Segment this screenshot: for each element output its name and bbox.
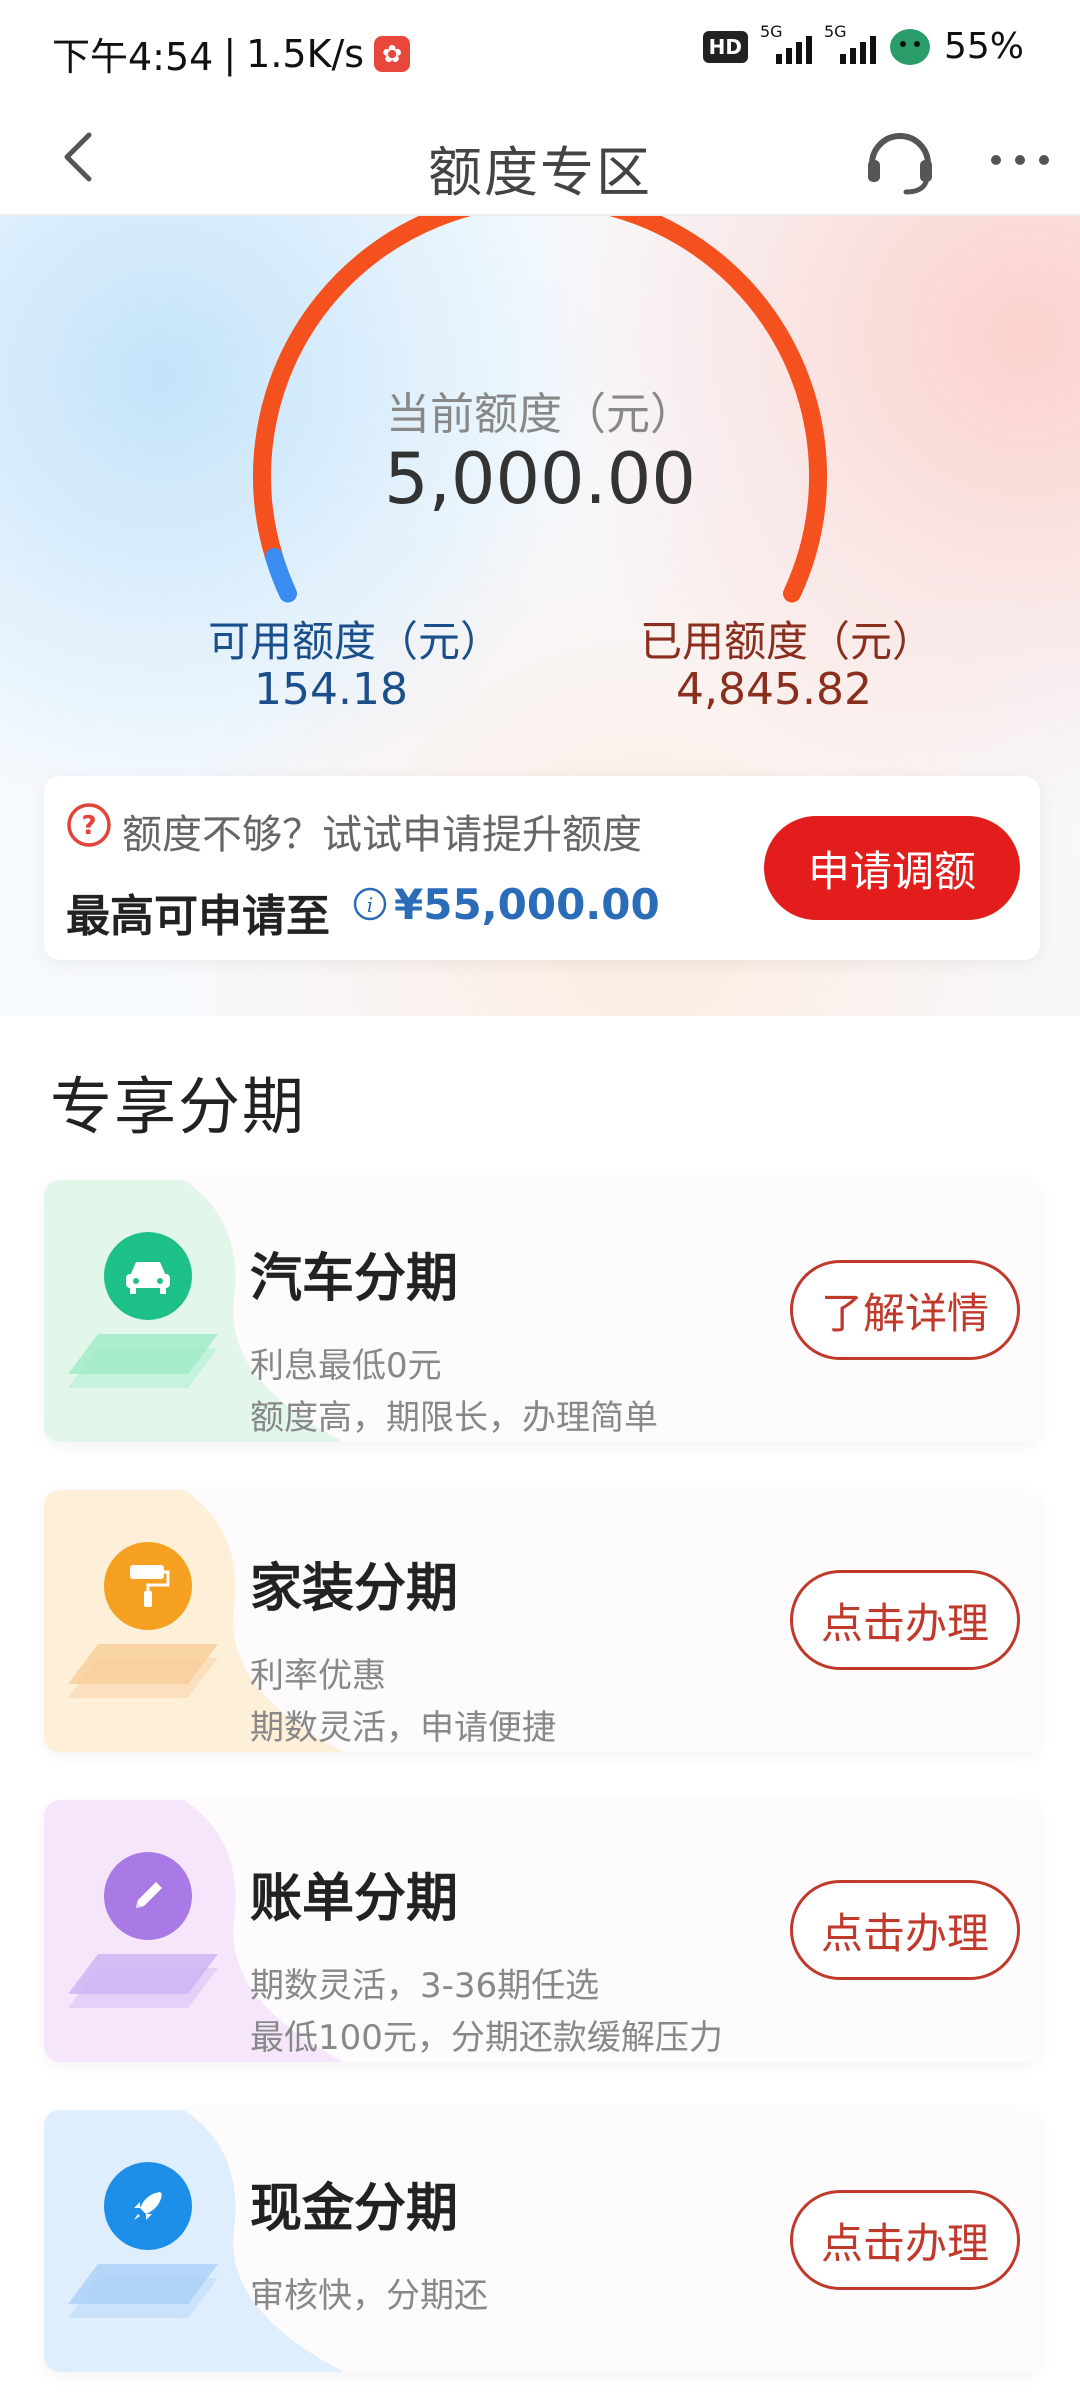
status-net-speed: 1.5K/s xyxy=(246,31,365,76)
status-left: 下午4:54 | 1.5K/s ✿ xyxy=(52,26,411,81)
status-separator: | xyxy=(223,31,237,76)
learn-more-button[interactable]: 了解详情 xyxy=(790,1260,1020,1360)
used-limit-label: 已用额度（元） xyxy=(640,617,935,666)
card-title: 账单分期 xyxy=(250,1869,459,1929)
installment-card-car[interactable]: 汽车分期 利息最低0元 额度高，期限长，办理简单 了解详情 xyxy=(44,1180,1040,1442)
platform-decoration xyxy=(68,2264,218,2318)
platform-decoration xyxy=(68,1954,218,2008)
customer-service-button[interactable] xyxy=(860,120,940,200)
used-limit-value: 4,845.82 xyxy=(676,664,872,715)
card-desc-1: 利率优惠 xyxy=(250,1656,386,1696)
installment-card-bill[interactable]: 账单分期 期数灵活，3-36期任选 最低100元，分期还款缓解压力 点击办理 xyxy=(44,1800,1040,2062)
card-desc-1: 利息最低0元 xyxy=(250,1346,442,1386)
signal-icon: 5G xyxy=(760,22,812,64)
card-desc-1: 审核快，分期还 xyxy=(250,2276,488,2316)
info-icon[interactable]: i xyxy=(352,886,388,922)
hd-badge: HD xyxy=(702,30,748,63)
max-limit-value: ¥55,000.00 xyxy=(394,880,660,929)
available-limit-value: 154.18 xyxy=(254,664,408,715)
battery-face-icon xyxy=(889,28,930,65)
credit-limit-panel: 当前额度（元） 5,000.00 可用额度（元） 154.18 已用额度（元） … xyxy=(0,216,1080,1016)
battery-level: 55% xyxy=(943,26,1024,67)
card-desc-2: 额度高，期限长，办理简单 xyxy=(250,1398,658,1438)
current-limit-label: 当前额度（元） xyxy=(386,389,694,440)
raise-limit-card: ? 额度不够？试试申请提升额度 最高可申请至 i ¥55,000.00 申请调额 xyxy=(44,776,1040,960)
car-icon xyxy=(104,1232,192,1320)
card-title: 现金分期 xyxy=(250,2179,459,2239)
nav-bar: 额度专区 xyxy=(0,100,1080,216)
installment-card-home[interactable]: 家装分期 利率优惠 期数灵活，申请便捷 点击办理 xyxy=(44,1490,1040,1752)
signal-label: 5G xyxy=(759,21,783,41)
card-desc-2: 最低100元，分期还款缓解压力 xyxy=(250,2018,723,2058)
question-icon[interactable]: ? xyxy=(66,802,112,848)
apply-button[interactable]: 点击办理 xyxy=(790,1880,1020,1980)
section-title: 专享分期 xyxy=(50,1070,307,1143)
signal-label-2: 5G xyxy=(823,21,847,41)
pen-icon xyxy=(104,1852,192,1940)
paint-roller-icon xyxy=(104,1542,192,1630)
installment-card-cash[interactable]: 现金分期 审核快，分期还 点击办理 xyxy=(44,2110,1040,2372)
signal-icon-2: 5G xyxy=(824,22,876,64)
card-title: 家装分期 xyxy=(250,1559,459,1619)
svg-text:?: ? xyxy=(81,811,96,841)
status-bar: 下午4:54 | 1.5K/s ✿ HD 5G 5G 55% xyxy=(0,0,1080,100)
card-bg-decoration xyxy=(44,2110,344,2372)
raise-limit-hint: 额度不够？试试申请提升额度 xyxy=(122,812,642,858)
max-limit-label: 最高可申请至 xyxy=(66,891,330,942)
platform-decoration xyxy=(68,1644,218,1698)
card-desc-2: 期数灵活，申请便捷 xyxy=(250,1708,556,1748)
rocket-icon xyxy=(104,2162,192,2250)
available-limit-label: 可用额度（元） xyxy=(208,617,503,666)
platform-decoration xyxy=(68,1334,218,1388)
apply-button[interactable]: 点击办理 xyxy=(790,1570,1020,1670)
apply-button[interactable]: 点击办理 xyxy=(790,2190,1020,2290)
status-right: HD 5G 5G 55% xyxy=(702,22,1024,67)
gauge-arc-available xyxy=(265,548,297,603)
card-desc-1: 期数灵活，3-36期任选 xyxy=(250,1966,600,2006)
svg-text:i: i xyxy=(367,893,373,917)
card-title: 汽车分期 xyxy=(250,1249,459,1309)
more-button[interactable] xyxy=(980,120,1060,200)
status-time: 下午4:54 xyxy=(52,35,214,79)
app-notification-icon: ✿ xyxy=(374,35,411,72)
headset-icon xyxy=(868,133,932,195)
apply-raise-button[interactable]: 申请调额 xyxy=(764,816,1020,920)
more-dots-icon xyxy=(991,155,1049,165)
current-limit-value: 5,000.00 xyxy=(384,438,696,520)
